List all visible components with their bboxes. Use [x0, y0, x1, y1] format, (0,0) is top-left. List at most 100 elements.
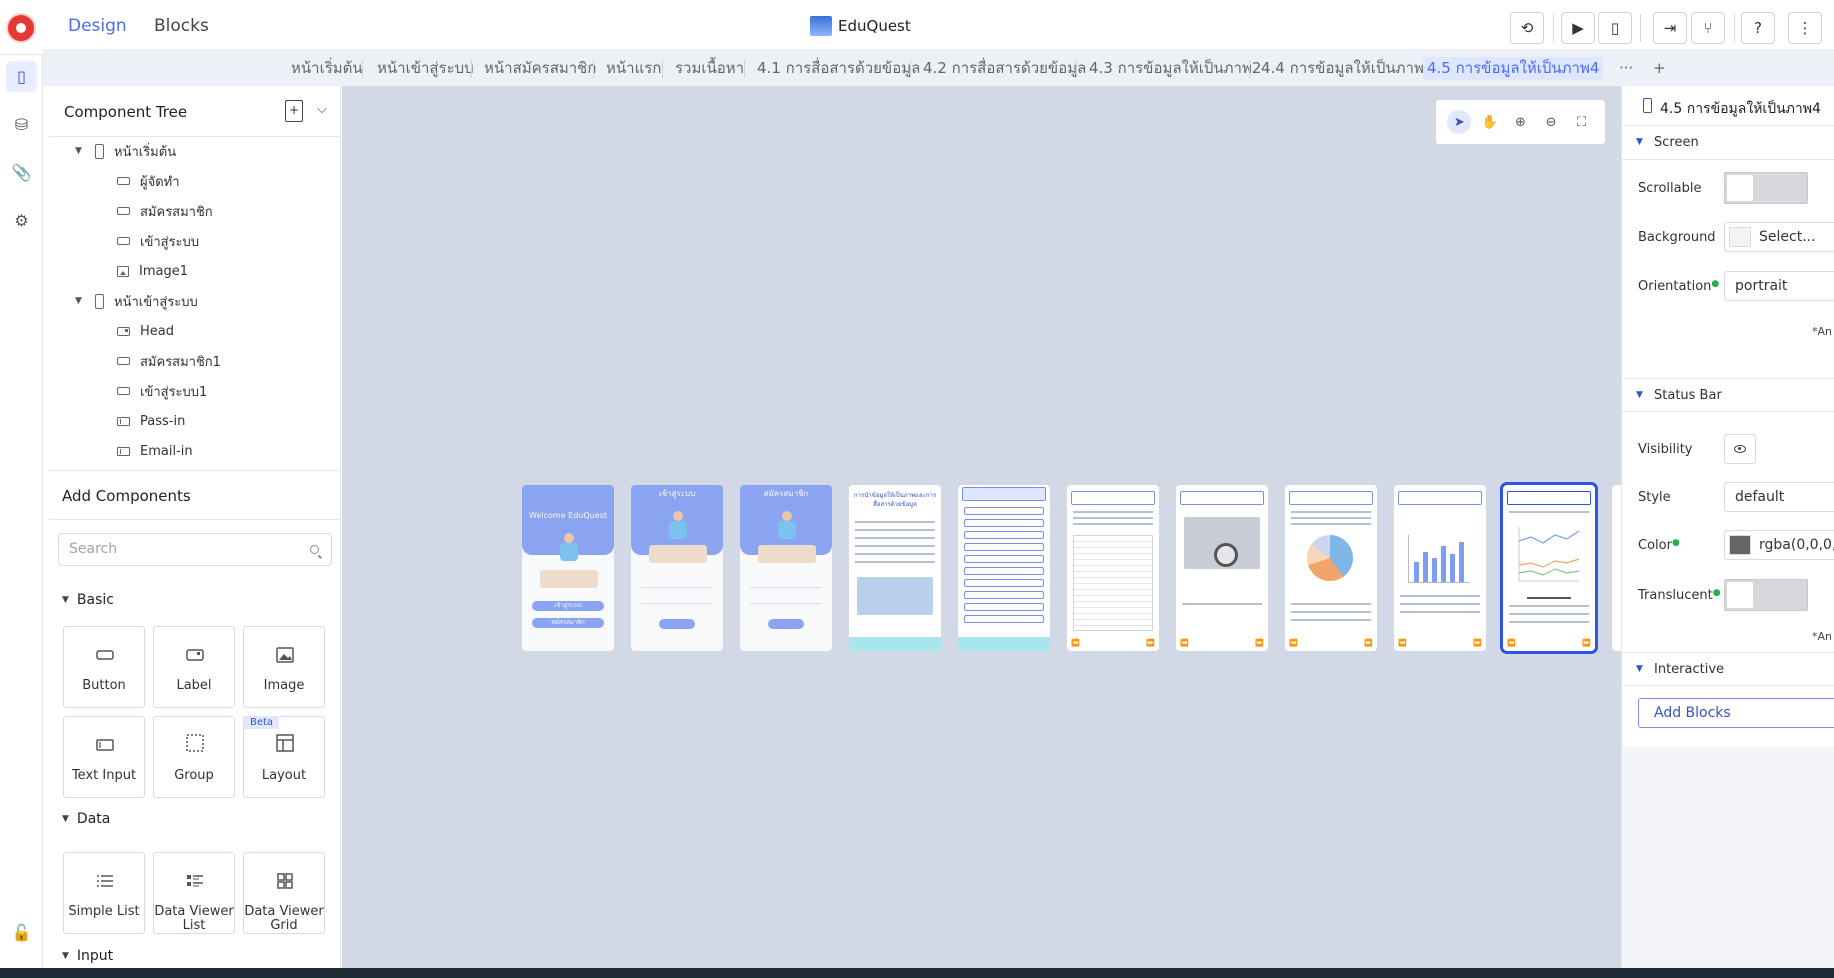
tab-design[interactable]: Design	[68, 16, 127, 36]
settings-nav-button[interactable]: ⚙	[6, 205, 37, 236]
tree-node-screen[interactable]: ▼ หน้าเริ่มต้น	[75, 139, 176, 163]
visibility-toggle[interactable]	[1724, 434, 1756, 464]
thumb-text-line	[1291, 611, 1371, 613]
zoom-out-button[interactable]: ⊖	[1539, 110, 1563, 134]
component-label[interactable]: Label	[153, 626, 235, 708]
section-data[interactable]: ▼ Data	[62, 811, 110, 827]
tree-node-input[interactable]: Email-in	[117, 439, 193, 463]
background-color-picker[interactable]: Select...	[1724, 222, 1834, 252]
screen-tab[interactable]: 4.2 การสื่อสารด้วยข้อมูล	[919, 57, 1090, 80]
tree-node-image[interactable]: Image1	[117, 259, 188, 283]
tree-node-button[interactable]: เข้าสู่ระบบ1	[117, 379, 207, 403]
more-tabs-button[interactable]: ···	[1615, 57, 1637, 80]
thumb-text-line	[1291, 523, 1371, 525]
component-button[interactable]: Button	[63, 626, 145, 708]
screen-section-header[interactable]: ▼ Screen	[1622, 126, 1834, 160]
share-button[interactable]: ⑂	[1691, 12, 1725, 44]
help-button[interactable]: ?	[1741, 12, 1775, 44]
group-icon	[186, 734, 204, 752]
assets-nav-button[interactable]: 📎	[6, 157, 37, 188]
button-icon	[117, 387, 130, 395]
eye-icon	[1734, 445, 1746, 453]
screen-tab-active[interactable]: 4.5 การข้อมูลให้เป็นภาพ4	[1423, 57, 1604, 80]
tree-node-input[interactable]: Pass-in	[117, 409, 185, 433]
component-data-viewer-list[interactable]: Data Viewer List	[153, 852, 235, 934]
tree-node-screen[interactable]: ▼ หน้าเข้าสู่ระบบ	[75, 289, 198, 313]
status-bar-section-header[interactable]: ▼ Status Bar	[1622, 378, 1834, 412]
component-simple-list[interactable]: Simple List	[63, 852, 145, 934]
screen-thumbnail[interactable]: ⏪ ⏩	[1176, 485, 1268, 651]
thumb-text-line	[855, 521, 935, 523]
database-nav-button[interactable]: ⛁	[6, 109, 37, 140]
component-image[interactable]: Image	[243, 626, 325, 708]
search-input[interactable]	[69, 541, 289, 557]
caret-down-icon[interactable]: ▼	[75, 146, 87, 156]
add-screen-icon[interactable]: +	[285, 100, 303, 122]
interactive-section-header[interactable]: ▼ Interactive	[1622, 652, 1834, 686]
screen-thumbnail[interactable]: การนำข้อมูลให้เป็นภาพและการสื่อสารด้วยข้…	[849, 485, 941, 651]
thumb-books	[649, 545, 707, 563]
screen-thumbnail[interactable]	[958, 485, 1050, 651]
screen-thumbnail[interactable]: ⏪ ⏩	[1285, 485, 1377, 651]
tree-node-label: ผู้จัดทำ	[140, 174, 180, 190]
section-input[interactable]: ▼ Input	[62, 948, 113, 964]
component-label-text: Data Viewer List	[154, 904, 234, 933]
status-style-select[interactable]: default	[1724, 482, 1834, 512]
translucent-toggle[interactable]	[1724, 579, 1808, 611]
section-basic[interactable]: ▼ Basic	[62, 592, 114, 608]
screen-thumbnail[interactable]: Welcome EduQuest เข้าสู่ระบบ สมัครสมาชิก	[522, 485, 614, 651]
tree-node-button[interactable]: ผู้จัดทำ	[117, 169, 180, 193]
caret-down-icon: ▼	[62, 951, 69, 961]
section-title: Status Bar	[1654, 388, 1722, 403]
add-blocks-button[interactable]: Add Blocks	[1638, 698, 1834, 728]
screen-tab[interactable]: หน้าแรก	[602, 57, 665, 80]
screen-tab[interactable]: 4.4 การข้อมูลให้เป็นภาพ3	[1257, 57, 1437, 80]
status-color-picker[interactable]: rgba(0,0,0,0	[1724, 530, 1834, 560]
screen-thumbnail[interactable]: ⏪ ⏩	[1394, 485, 1486, 651]
component-group[interactable]: Group	[153, 716, 235, 798]
section-title: Input	[76, 948, 114, 964]
preview-button[interactable]: ▶	[1561, 12, 1595, 44]
thumb-menu-item	[964, 579, 1044, 587]
tree-node-label: เข้าสู่ระบบ	[140, 234, 200, 250]
hand-tool-button[interactable]: ✋	[1478, 110, 1502, 134]
screen-thumbnail[interactable]: เข้าสู่ระบบ	[631, 485, 723, 651]
screen-tab[interactable]: รวมเนื้อหา	[671, 57, 748, 80]
canvas-toolbar: ➤ ✋ ⊕ ⊖ ⛶	[1436, 100, 1605, 144]
component-data-viewer-grid[interactable]: Data Viewer Grid	[243, 852, 325, 934]
section-title: Interactive	[1654, 662, 1725, 677]
fit-screen-button[interactable]: ⛶	[1570, 110, 1594, 134]
caret-down-icon[interactable]: ▼	[75, 296, 87, 306]
text-input-icon	[96, 739, 114, 751]
component-layout[interactable]: Beta Layout	[243, 716, 325, 798]
app-logo[interactable]	[6, 13, 36, 43]
export-button[interactable]: ⇥	[1653, 12, 1687, 44]
screen-tab[interactable]: 4.1 การสื่อสารด้วยข้อมูล	[753, 57, 924, 80]
tree-node-button[interactable]: สมัครสมาชิก	[117, 199, 213, 223]
add-screen-button[interactable]: +	[1649, 57, 1670, 80]
scrollable-toggle[interactable]	[1724, 172, 1808, 204]
tree-node-label-component[interactable]: Head	[117, 319, 174, 343]
screen-thumbnail[interactable]: สมัครสมาชิก	[740, 485, 832, 651]
tree-node-button[interactable]: สมัครสมาชิก1	[117, 349, 221, 373]
tab-blocks[interactable]: Blocks	[154, 16, 209, 36]
zoom-in-button[interactable]: ⊕	[1508, 110, 1532, 134]
screen-tab[interactable]: หน้าเริ่มต้น	[287, 57, 367, 80]
orientation-select[interactable]: portrait	[1724, 271, 1834, 301]
select-tool-button[interactable]: ➤	[1447, 110, 1472, 134]
component-text-input[interactable]: Text Input	[63, 716, 145, 798]
screen-tab[interactable]: หน้าเข้าสู่ระบบ	[373, 57, 478, 80]
screen-thumbnail-selected[interactable]: ⏪ ⏩	[1500, 482, 1598, 654]
screen-tab[interactable]: 4.3 การข้อมูลให้เป็นภาพ2	[1085, 57, 1265, 80]
screens-nav-button[interactable]: ▯	[6, 61, 37, 92]
design-canvas[interactable]: ➤ ✋ ⊕ ⊖ ⛶ Welcome EduQuest เข้าสู่ระบบ ส…	[342, 86, 1624, 968]
screen-tab[interactable]: หน้าสมัครสมาชิก	[480, 57, 600, 80]
screen-thumbnail[interactable]: ⏪ ⏩	[1067, 485, 1159, 651]
chevron-down-icon[interactable]: ⌵	[317, 102, 327, 117]
lock-button[interactable]: 🔓	[6, 917, 37, 948]
history-button[interactable]: ⟲	[1510, 12, 1544, 44]
tree-node-button[interactable]: เข้าสู่ระบบ	[117, 229, 199, 253]
help-icon: ?	[1754, 19, 1762, 37]
device-preview-button[interactable]: ▯	[1598, 12, 1632, 44]
more-menu-button[interactable]: ⋮	[1788, 12, 1822, 44]
